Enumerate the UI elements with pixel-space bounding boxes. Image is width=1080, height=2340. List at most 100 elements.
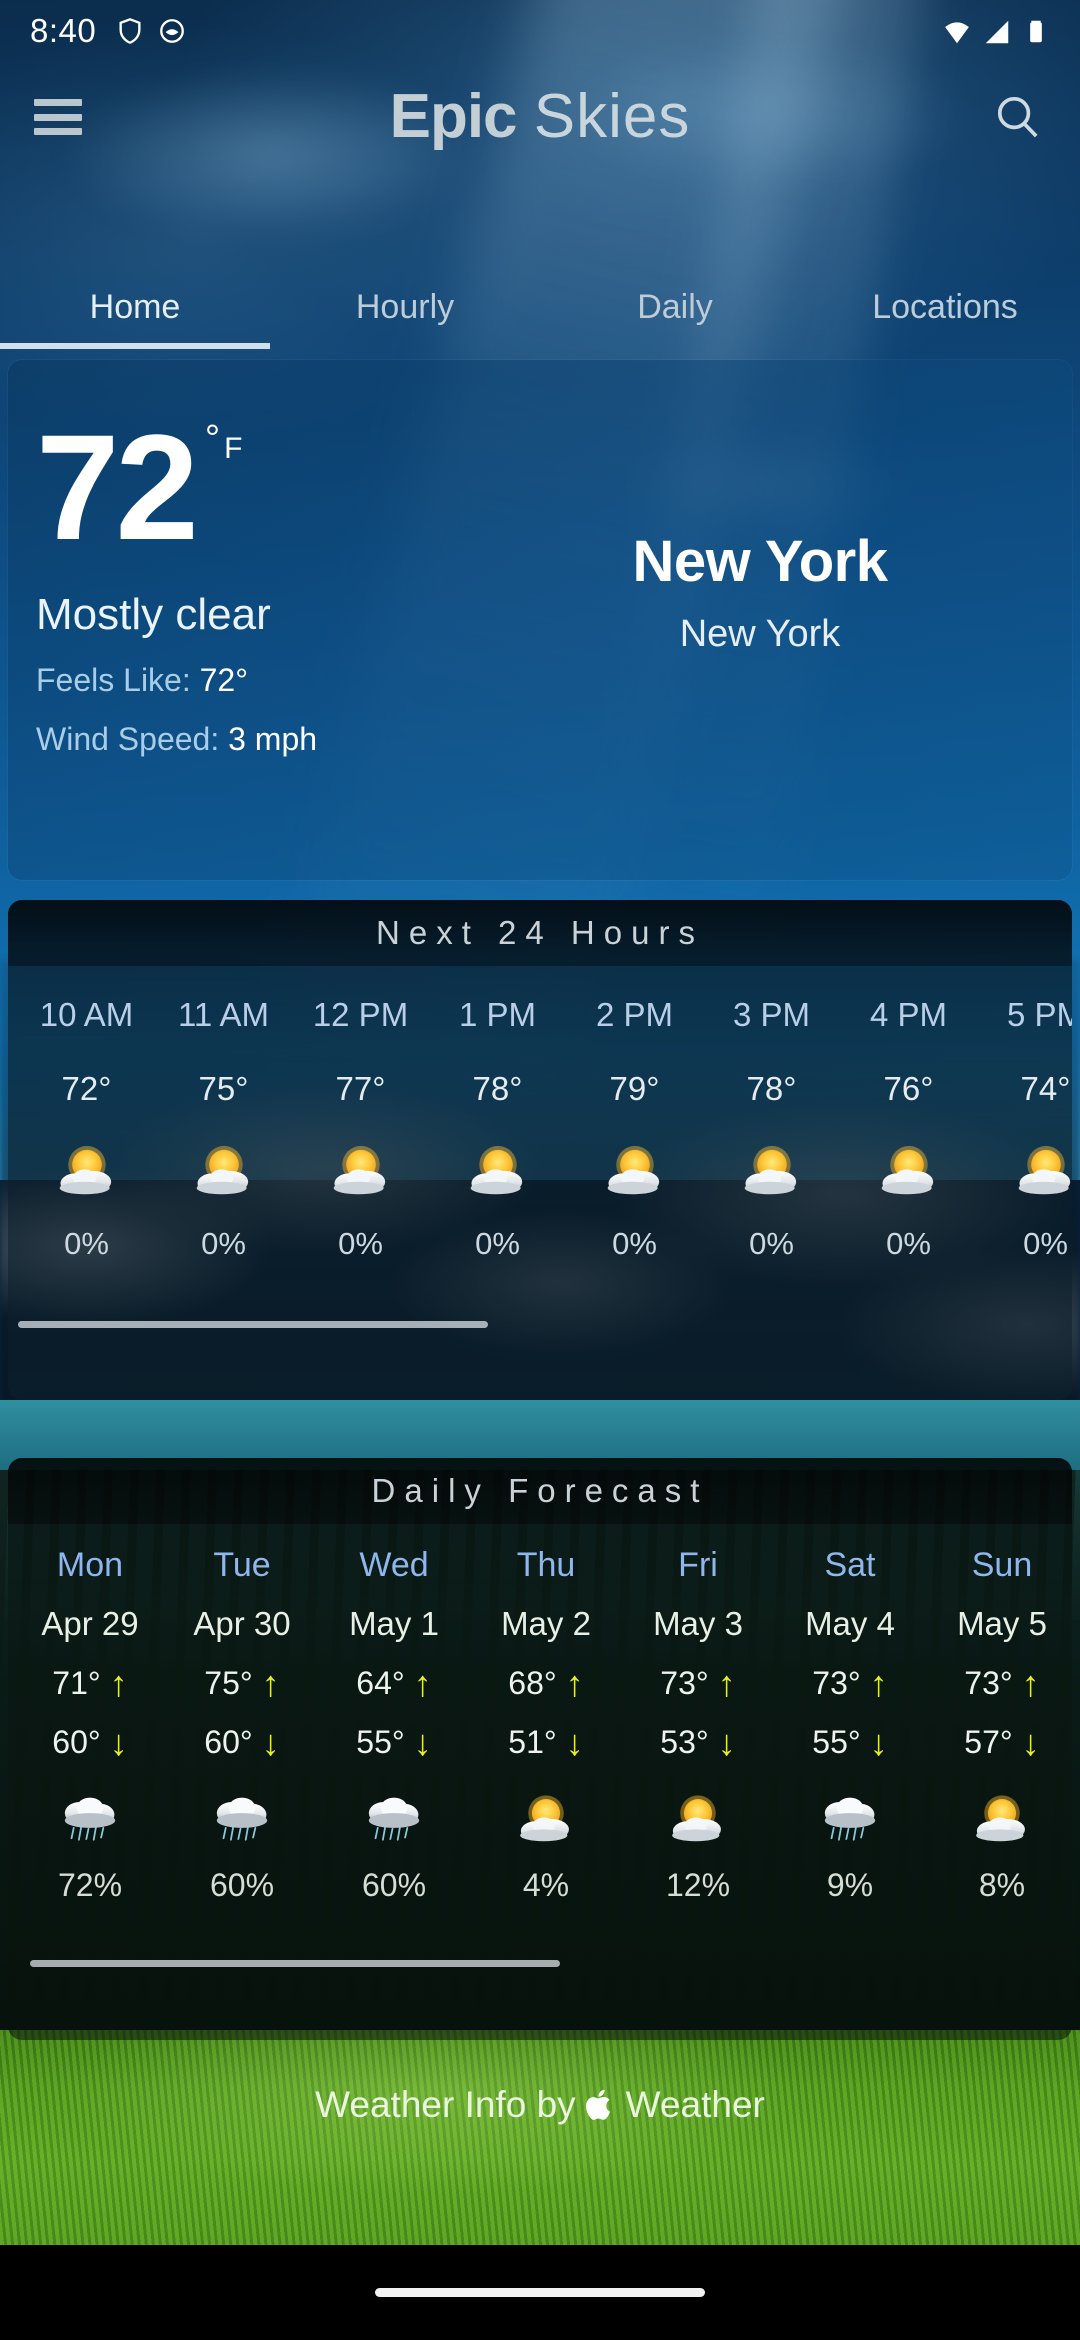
status-bar-notification-icons — [116, 17, 186, 45]
hourly-item-temperature: 76° — [883, 1070, 934, 1107]
current-temperature-row: 72 ° F — [36, 403, 317, 571]
hourly-item-temperature: 74° — [1020, 1070, 1071, 1107]
hourly-item[interactable]: 3 PM 78° 0% — [703, 966, 840, 1262]
daily-items-row: Mon Apr 29 71° ↑ 60° ↓ 72% Tue Apr 30 75° ↑ 60° ↓ 60%… — [8, 1524, 1072, 1904]
hourly-item-temperature: 77° — [335, 1070, 386, 1107]
sun-behind-cloud-icon — [509, 1777, 583, 1857]
tab-home-label: Home — [89, 287, 181, 326]
wifi-icon — [942, 17, 970, 45]
daily-item-low: 51° ↓ — [508, 1724, 583, 1761]
hourly-item[interactable]: 1 PM 78° 0% — [429, 966, 566, 1262]
wind-speed-label: Wind Speed: — [36, 721, 220, 757]
hourly-item-time: 10 AM — [39, 996, 134, 1033]
degree-symbol: ° — [204, 418, 221, 460]
daily-item-low-value: 53° — [660, 1724, 709, 1760]
daily-item[interactable]: Sat May 4 73° ↑ 55° ↓ 9% — [774, 1524, 926, 1904]
daily-item-low-value: 57° — [964, 1724, 1013, 1760]
daily-item[interactable]: Sun May 5 73° ↑ 57° ↓ 8% — [926, 1524, 1072, 1904]
daily-scrollbar[interactable] — [30, 1960, 560, 1967]
daily-item-precipitation: 12% — [665, 1867, 731, 1903]
daily-item[interactable]: Fri May 3 73° ↑ 53° ↓ 12% — [622, 1524, 774, 1904]
daily-forecast-card[interactable]: Daily Forecast Mon Apr 29 71° ↑ 60° ↓ 72% Tue Ap… — [8, 1458, 1072, 2040]
feels-like-row: Feels Like: 72° — [36, 662, 317, 699]
arrow-down-icon: ↓ — [869, 1721, 888, 1763]
rain-cloud-icon — [813, 1777, 887, 1857]
hourly-scroll-area[interactable]: 10 AM 72° 0% 11 AM 75° 0% 12 PM 77° 0% 1 PM 78° 0% 2… — [8, 966, 1072, 1334]
battery-icon — [1022, 17, 1050, 45]
tab-home[interactable]: Home — [0, 265, 270, 349]
sun-behind-cloud-icon — [185, 1126, 263, 1212]
daily-item[interactable]: Mon Apr 29 71° ↑ 60° ↓ 72% — [14, 1524, 166, 1904]
arrow-down-icon: ↓ — [261, 1721, 280, 1763]
tab-locations[interactable]: Locations — [810, 265, 1080, 349]
daily-item-low: 53° ↓ — [660, 1724, 735, 1761]
current-conditions-primary: 72 ° F Mostly clear Feels Like: 72° Wind… — [36, 403, 318, 758]
daily-item[interactable]: Wed May 1 64° ↑ 55° ↓ 60% — [318, 1524, 470, 1904]
arrow-down-icon: ↓ — [413, 1721, 432, 1763]
arrow-up-icon: ↑ — [109, 1662, 128, 1704]
home-indicator-pill[interactable] — [375, 2288, 705, 2297]
daily-item-low-value: 51° — [508, 1724, 557, 1760]
daily-scroll-area[interactable]: Mon Apr 29 71° ↑ 60° ↓ 72% Tue Apr 30 75° ↑ 60° ↓ 60%… — [8, 1524, 1072, 1972]
search-icon[interactable] — [990, 89, 1046, 145]
attribution-text-after: Weather — [625, 2084, 765, 2125]
daily-item-high: 75° ↑ — [204, 1665, 279, 1702]
sun-behind-cloud-icon — [596, 1126, 674, 1212]
location-region: New York — [679, 613, 841, 655]
daily-item-low-value: 55° — [812, 1724, 861, 1760]
hourly-item-time: 5 PM — [1006, 996, 1072, 1033]
hourly-item[interactable]: 12 PM 77° 0% — [292, 966, 429, 1262]
arrow-up-icon: ↑ — [413, 1662, 432, 1704]
daily-item-high-value: 73° — [964, 1665, 1013, 1701]
arrow-down-icon: ↓ — [717, 1721, 736, 1763]
daily-item-low: 57° ↓ — [964, 1724, 1039, 1761]
sun-behind-cloud-icon — [733, 1126, 811, 1212]
tab-bar: Home Hourly Daily Locations — [0, 265, 1080, 349]
daily-item-weekday: Tue — [213, 1546, 271, 1584]
app-screen: 8:40 Epic Skies Home Hourly Daily Locati… — [0, 0, 1080, 2340]
tab-hourly[interactable]: Hourly — [270, 265, 540, 349]
apple-logo-icon — [585, 2087, 616, 2123]
daily-item-low-value: 60° — [204, 1724, 253, 1760]
cellular-signal-icon — [982, 17, 1010, 45]
hourly-item[interactable]: 4 PM 76° 0% — [840, 966, 977, 1262]
current-temperature-unit: ° F — [204, 418, 243, 466]
daily-item-low-value: 60° — [52, 1724, 101, 1760]
location-city: New York — [632, 529, 888, 594]
app-badge-icon — [158, 17, 186, 45]
sun-behind-cloud-icon — [322, 1126, 400, 1212]
current-location-block: New York New York — [500, 528, 1020, 656]
wind-speed-value: 3 mph — [228, 721, 318, 757]
hamburger-menu-icon[interactable] — [34, 99, 82, 135]
hourly-item[interactable]: 10 AM 72° 0% — [18, 966, 155, 1262]
system-navigation-bar — [0, 2245, 1080, 2340]
hourly-item-time: 1 PM — [458, 996, 537, 1033]
feels-like-label: Feels Like: — [36, 662, 191, 698]
hourly-scrollbar[interactable] — [18, 1321, 488, 1328]
hourly-item[interactable]: 5 PM 74° 0% — [977, 966, 1072, 1262]
daily-item[interactable]: Thu May 2 68° ↑ 51° ↓ 4% — [470, 1524, 622, 1904]
daily-item[interactable]: Tue Apr 30 75° ↑ 60° ↓ 60% — [166, 1524, 318, 1904]
sun-behind-cloud-icon — [661, 1777, 735, 1857]
tab-daily[interactable]: Daily — [540, 265, 810, 349]
current-conditions-card[interactable]: 72 ° F Mostly clear Feels Like: 72° Wind… — [8, 360, 1072, 880]
arrow-up-icon: ↑ — [717, 1662, 736, 1704]
unit-letter: F — [224, 432, 243, 465]
daily-item-high-value: 73° — [812, 1665, 861, 1701]
daily-item-weekday: Wed — [359, 1546, 429, 1584]
daily-item-precipitation: 8% — [978, 1867, 1026, 1903]
sun-behind-cloud-icon — [1007, 1126, 1073, 1212]
arrow-up-icon: ↑ — [1021, 1662, 1040, 1704]
current-temperature: 72 — [36, 403, 199, 571]
hourly-forecast-card[interactable]: Next 24 Hours 10 AM 72° 0% 11 AM 75° 0% 12 PM 7… — [8, 900, 1072, 1400]
attribution-footer: Weather Info by Weather — [0, 2070, 1080, 2140]
hourly-item-precipitation: 0% — [612, 1226, 657, 1261]
daily-item-precipitation: 4% — [522, 1867, 570, 1903]
hourly-item[interactable]: 11 AM 75° 0% — [155, 966, 292, 1262]
hourly-item-time: 4 PM — [869, 996, 948, 1033]
hourly-item-time: 2 PM — [595, 996, 674, 1033]
sun-behind-cloud-icon — [965, 1777, 1039, 1857]
app-title: Epic Skies — [0, 86, 1080, 148]
hourly-item[interactable]: 2 PM 79° 0% — [566, 966, 703, 1262]
arrow-down-icon: ↓ — [1021, 1721, 1040, 1763]
